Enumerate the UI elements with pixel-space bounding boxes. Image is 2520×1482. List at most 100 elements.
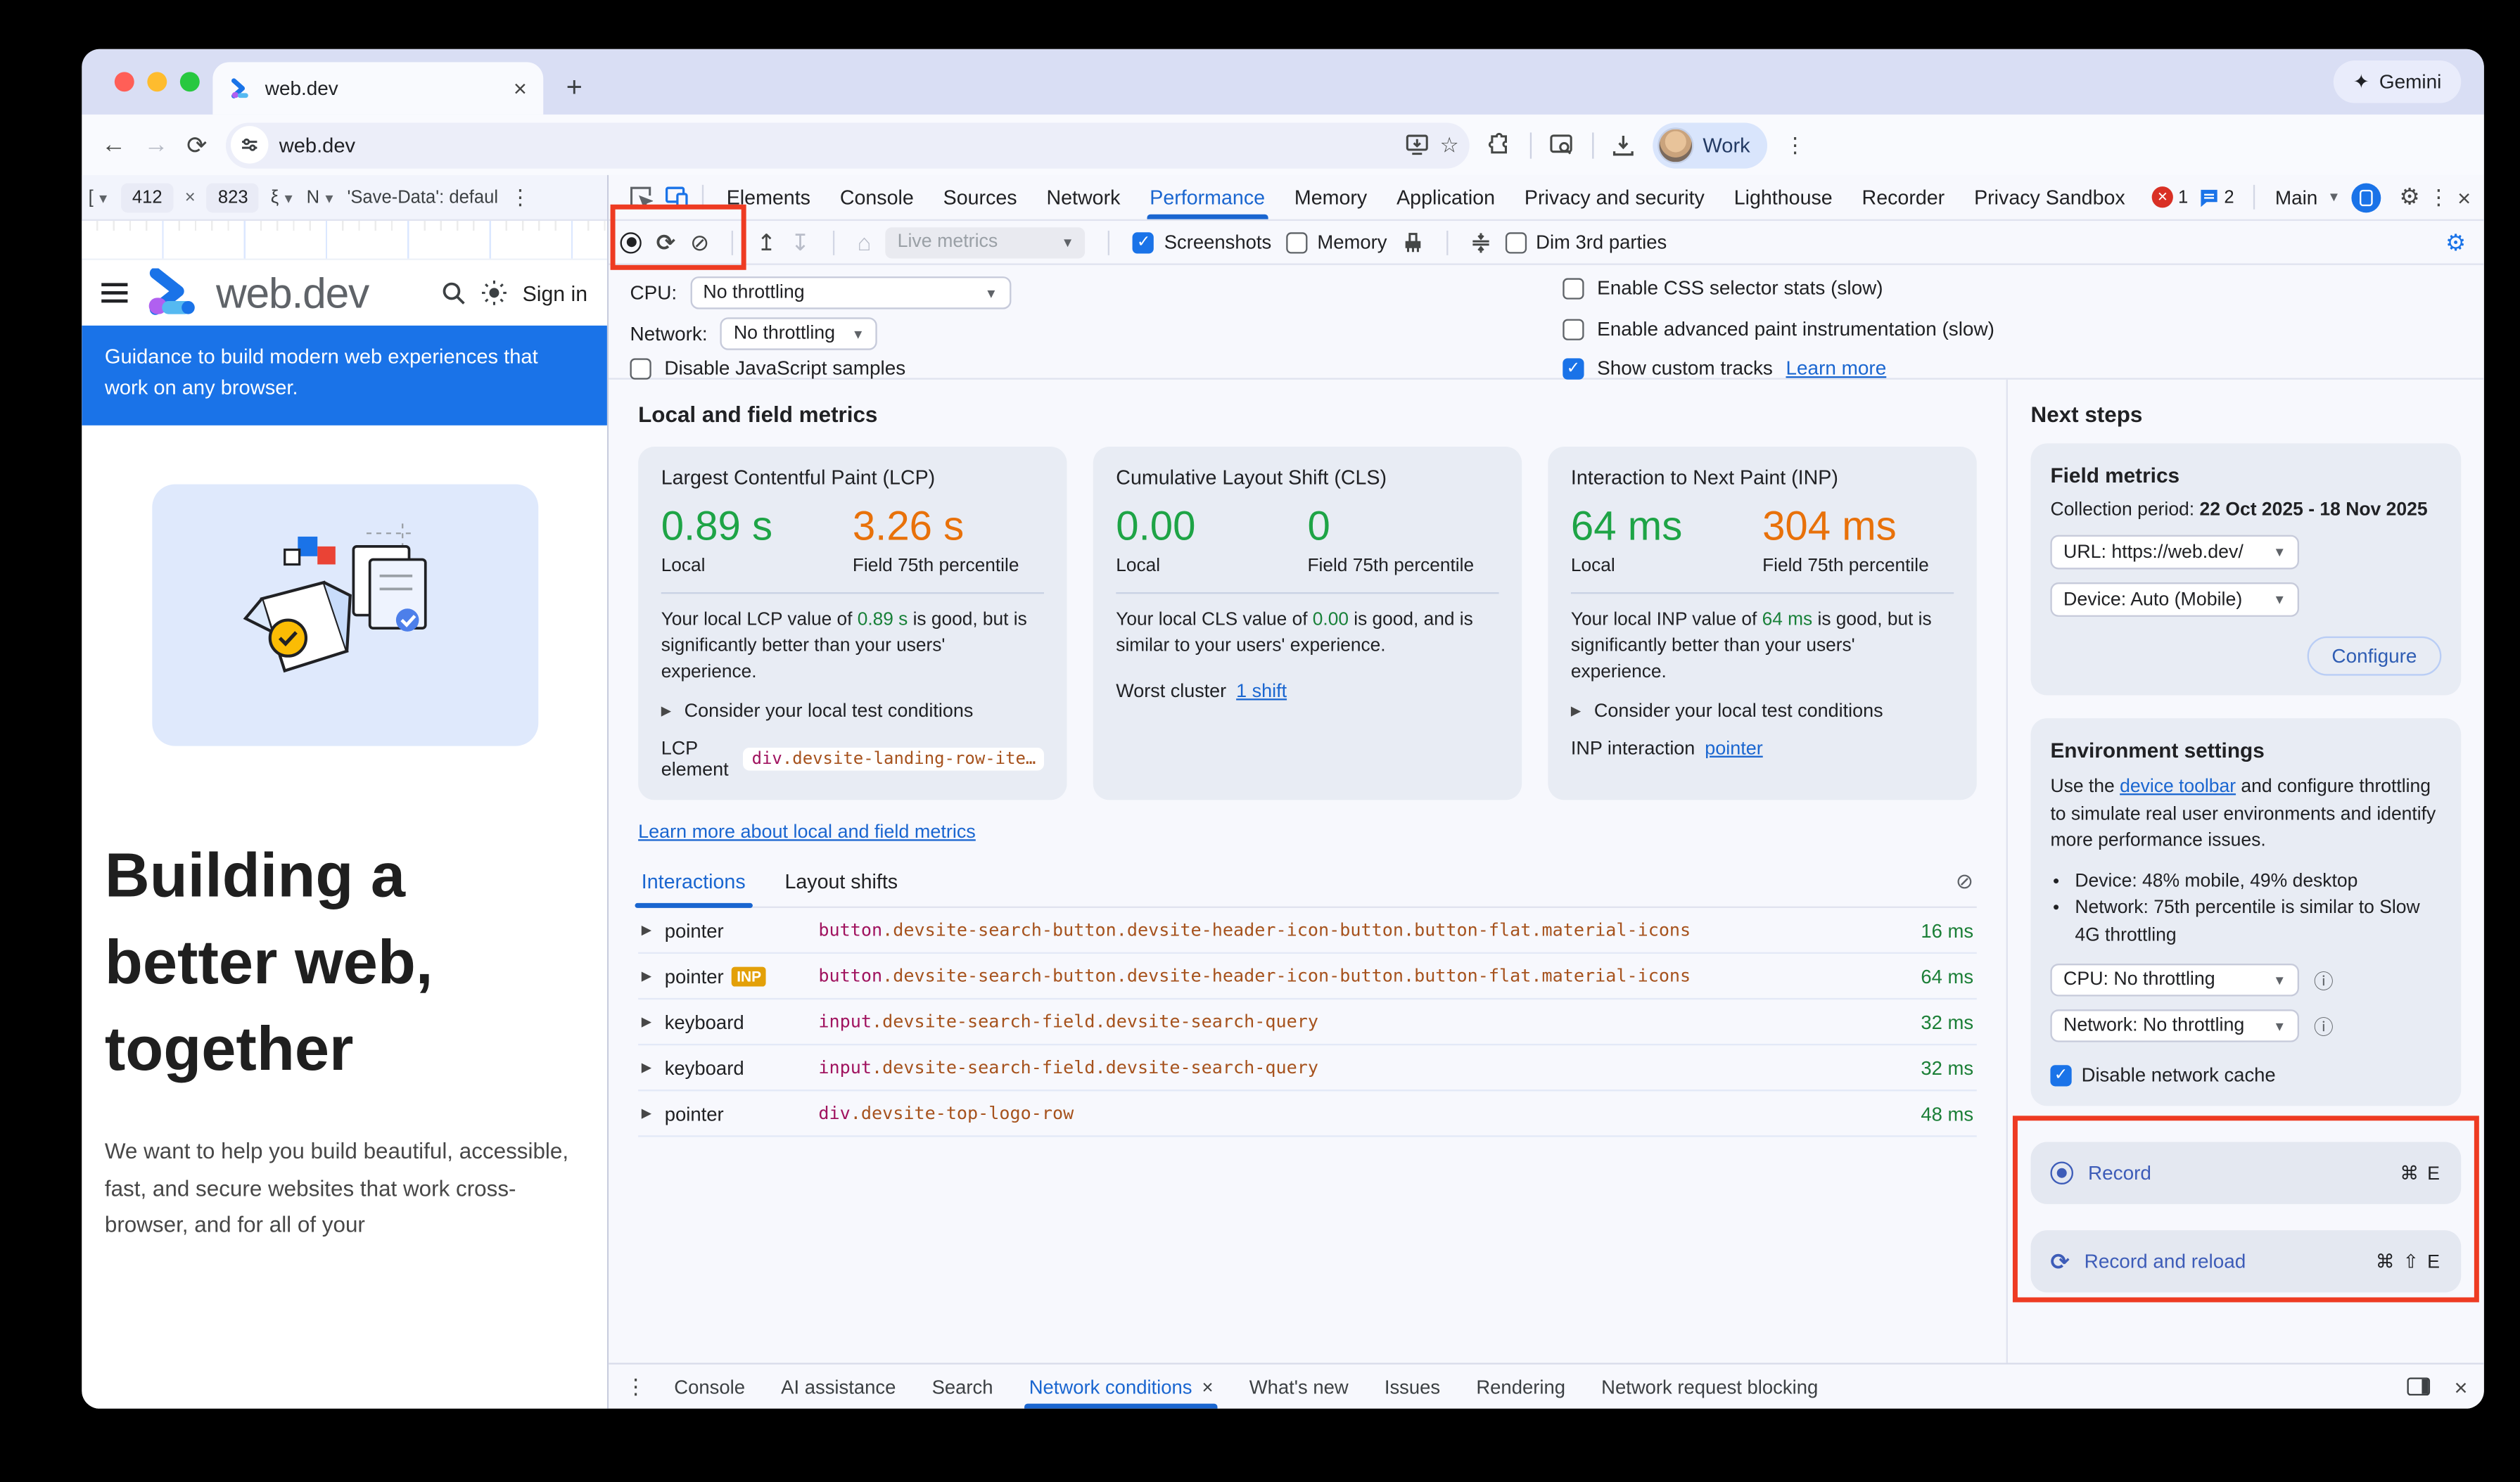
inp-pointer-link[interactable]: pointer — [1705, 738, 1762, 759]
expand-triangle-icon[interactable]: ▶ — [642, 1060, 651, 1075]
extensions-icon[interactable] — [1487, 132, 1511, 157]
reload-button[interactable]: ⟳ — [186, 130, 207, 160]
issues-badge[interactable]: 2 — [2200, 187, 2234, 207]
memory-checkbox[interactable]: Memory — [1286, 231, 1387, 254]
checkbox-icon[interactable] — [630, 357, 651, 378]
device-toolbar-menu-icon[interactable]: ⋮ — [509, 184, 530, 210]
checkbox-icon[interactable] — [1286, 231, 1307, 253]
drawer-tab-rendering[interactable]: Rendering — [1458, 1365, 1584, 1409]
env-network-select[interactable]: Network: No throttling▼ — [2050, 1009, 2299, 1042]
downloads-icon[interactable] — [1611, 134, 1634, 157]
tab-privacy-sandbox[interactable]: Privacy Sandbox — [1959, 175, 2140, 219]
drawer-tab-console[interactable]: Console — [656, 1365, 763, 1409]
context-selector[interactable]: Main▼ — [2275, 186, 2341, 209]
console-error-badge[interactable]: ✕ 1 — [2152, 186, 2188, 207]
tab-recorder[interactable]: Recorder — [1847, 175, 1960, 219]
interaction-row[interactable]: ▶ keyboard input.devsite-search-field.de… — [638, 999, 1977, 1045]
webdev-logo-text[interactable]: web.dev — [216, 267, 369, 318]
bookmark-star-icon[interactable]: ☆ — [1440, 132, 1459, 158]
tab-privacy-security[interactable]: Privacy and security — [1510, 175, 1719, 219]
search-icon[interactable] — [443, 281, 467, 305]
url-text[interactable]: web.dev — [279, 134, 1394, 157]
field-url-select[interactable]: URL: https://web.dev/▼ — [2050, 535, 2299, 570]
info-icon[interactable]: ⓘ — [2314, 1012, 2334, 1040]
device-mode-active-icon[interactable] — [2352, 182, 2381, 212]
device-toolbar-link[interactable]: device toolbar — [2120, 777, 2236, 797]
live-metrics-select[interactable]: Live metrics▼ — [886, 226, 1086, 257]
learn-more-metrics-link[interactable]: Learn more about local and field metrics — [638, 822, 976, 843]
profile-button[interactable]: Work — [1652, 122, 1767, 167]
field-device-select[interactable]: Device: Auto (Mobile)▼ — [2050, 582, 2299, 617]
drawer-tab-network-conditions[interactable]: Network conditions× — [1011, 1365, 1231, 1409]
screenshots-checkbox[interactable]: ✓ Screenshots — [1133, 231, 1272, 254]
save-profile-icon[interactable]: ↧ — [791, 228, 810, 256]
drawer-tab-close-icon[interactable]: × — [1202, 1375, 1213, 1398]
show-custom-tracks-checkbox[interactable]: ✓ Show custom tracks Learn more — [1563, 357, 1886, 380]
throttle-select[interactable]: N▼ — [307, 187, 336, 207]
toggle-panel-icon[interactable] — [2407, 1377, 2430, 1395]
expand-triangle-icon[interactable]: ▶ — [642, 1106, 651, 1120]
inp-local-conditions-expander[interactable]: ▶ Consider your local test conditions — [1571, 701, 1954, 722]
drawer-close-icon[interactable]: × — [2455, 1374, 2468, 1400]
tab-sources[interactable]: Sources — [929, 175, 1032, 219]
tab-performance[interactable]: Performance — [1135, 175, 1280, 219]
browser-tab[interactable]: web.dev × — [212, 62, 543, 114]
lens-search-icon[interactable] — [1549, 134, 1574, 157]
garbage-collect-icon[interactable] — [1401, 231, 1423, 253]
env-cpu-select[interactable]: CPU: No throttling▼ — [2050, 964, 2299, 997]
device-select[interactable]: [▼ — [89, 187, 110, 207]
forward-button[interactable]: → — [144, 131, 169, 159]
address-bar[interactable]: web.dev ☆ — [225, 122, 1469, 167]
drawer-tab-whats-new[interactable]: What's new — [1231, 1365, 1366, 1409]
dim-3rd-parties-checkbox[interactable]: Dim 3rd parties — [1505, 231, 1667, 254]
gemini-button[interactable]: ✦ Gemini — [2334, 60, 2462, 103]
back-button[interactable]: ← — [101, 131, 126, 159]
custom-tracks-learn-more-link[interactable]: Learn more — [1786, 357, 1887, 380]
viewport-height-input[interactable]: 823 — [207, 182, 259, 212]
new-tab-button[interactable]: + — [566, 72, 583, 105]
theme-toggle-icon[interactable] — [481, 280, 507, 306]
disable-network-cache-checkbox[interactable]: ✓ Disable network cache — [2050, 1063, 2441, 1087]
tab-network[interactable]: Network — [1032, 175, 1135, 219]
tab-close-icon[interactable]: × — [514, 75, 527, 101]
load-profile-icon[interactable]: ↥ — [757, 228, 776, 256]
install-icon[interactable] — [1406, 134, 1429, 155]
minimize-window-button[interactable] — [147, 72, 167, 91]
checkbox-checked-icon[interactable]: ✓ — [1563, 357, 1584, 378]
browser-menu-icon[interactable]: ⋮ — [1785, 132, 1806, 158]
checkbox-checked-icon[interactable]: ✓ — [1133, 231, 1154, 253]
collapse-tracks-icon[interactable] — [1470, 231, 1490, 253]
traffic-lights[interactable] — [115, 72, 200, 91]
home-icon[interactable]: ⌂ — [858, 229, 872, 255]
checkbox-icon[interactable] — [1563, 277, 1584, 298]
sign-in-button[interactable]: Sign in — [523, 281, 587, 305]
close-window-button[interactable] — [115, 72, 134, 91]
hamburger-menu-icon[interactable] — [101, 283, 127, 302]
drawer-tab-search[interactable]: Search — [914, 1365, 1011, 1409]
tab-console[interactable]: Console — [825, 175, 929, 219]
devtools-menu-icon[interactable]: ⋮ — [2428, 184, 2449, 210]
zoom-select[interactable]: ξ▼ — [271, 187, 295, 207]
drawer-tab-network-request-blocking[interactable]: Network request blocking — [1584, 1365, 1836, 1409]
cpu-throttling-select[interactable]: No throttling▼ — [690, 276, 1011, 309]
interaction-row[interactable]: ▶ pointer button.devsite-search-button.d… — [638, 908, 1977, 954]
disable-js-samples-checkbox[interactable]: Disable JavaScript samples — [630, 357, 905, 380]
cls-shift-link[interactable]: 1 shift — [1236, 681, 1287, 702]
devtools-settings-icon[interactable]: ⚙ — [2399, 184, 2419, 212]
capture-settings-icon[interactable]: ⚙ — [2445, 228, 2466, 256]
drawer-tab-ai-assistance[interactable]: AI assistance — [763, 1365, 914, 1409]
drawer-tab-issues[interactable]: Issues — [1366, 1365, 1458, 1409]
clear-log-icon[interactable]: ⊘ — [1956, 869, 1973, 895]
css-selector-stats-checkbox[interactable]: Enable CSS selector stats (slow) — [1563, 276, 1883, 300]
maximize-window-button[interactable] — [180, 72, 200, 91]
tab-lighthouse[interactable]: Lighthouse — [1719, 175, 1847, 219]
checkbox-icon[interactable] — [1563, 318, 1584, 339]
expand-triangle-icon[interactable]: ▶ — [642, 1014, 651, 1029]
info-icon[interactable]: ⓘ — [2314, 966, 2334, 994]
viewport-width-input[interactable]: 412 — [121, 182, 173, 212]
drawer-menu-icon[interactable]: ⋮ — [625, 1374, 647, 1400]
tab-layout-shifts[interactable]: Layout shifts — [784, 870, 898, 893]
interaction-row[interactable]: ▶ pointerINP button.devsite-search-butto… — [638, 954, 1977, 999]
configure-button[interactable]: Configure — [2308, 637, 2442, 676]
tab-application[interactable]: Application — [1382, 175, 1510, 219]
